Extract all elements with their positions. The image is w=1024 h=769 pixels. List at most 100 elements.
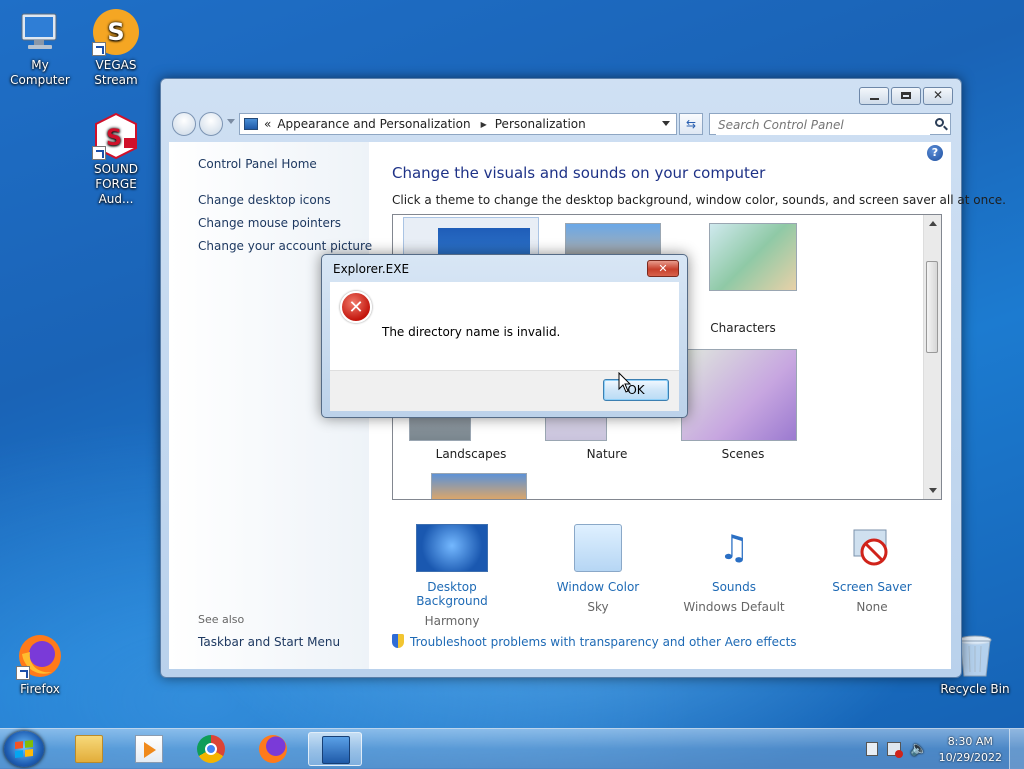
volume-icon[interactable]: 🔈: [910, 741, 927, 757]
taskbar: 🔈 8:30 AM 10/29/2022: [0, 728, 1024, 769]
chrome-icon: [197, 735, 225, 763]
show-desktop-button[interactable]: [1009, 729, 1024, 769]
close-button[interactable]: [923, 87, 953, 105]
theme-list-scrollbar[interactable]: [923, 215, 941, 499]
window-color-value: Sky: [587, 600, 609, 614]
scroll-up-icon[interactable]: [929, 221, 937, 226]
shield-icon: [392, 634, 404, 648]
mouse-cursor-icon: [618, 372, 632, 393]
window-color-icon: [574, 524, 622, 572]
window-controls: [859, 87, 953, 105]
breadcrumb-appearance[interactable]: Appearance and Personalization: [277, 117, 470, 131]
scrollbar-thumb[interactable]: [926, 261, 938, 353]
vegas-stream-icon: S: [92, 8, 140, 56]
refresh-button[interactable]: ⇆: [679, 113, 703, 135]
sounds-icon: ♫: [718, 528, 750, 568]
breadcrumb-separator-icon[interactable]: ▶: [481, 120, 487, 129]
desktop-icon-vegas-stream[interactable]: S VEGAS Stream: [76, 8, 156, 88]
taskbar-firefox[interactable]: [246, 732, 300, 766]
windows-logo-icon: [15, 740, 33, 758]
address-dropdown-icon[interactable]: [662, 121, 670, 126]
theme-label-nature[interactable]: Nature: [542, 447, 672, 461]
taskbar-start-menu-link[interactable]: Taskbar and Start Menu: [198, 635, 340, 649]
control-panel-home-link[interactable]: Control Panel Home: [198, 157, 317, 171]
scroll-down-icon[interactable]: [929, 488, 937, 493]
dialog-body: ✕ The directory name is invalid.: [330, 282, 679, 370]
firefox-icon: [16, 632, 64, 680]
see-also-heading: See also: [198, 613, 245, 626]
desktop-icon-my-computer[interactable]: My Computer: [0, 8, 80, 88]
svg-text:S: S: [107, 18, 124, 46]
desktop-icon-label: SOUND FORGE Aud...: [93, 162, 139, 206]
ok-button[interactable]: OK: [603, 379, 669, 401]
sound-forge-icon: S: [92, 112, 140, 160]
clock[interactable]: 8:30 AM 10/29/2022: [939, 734, 1002, 766]
forward-button[interactable]: [199, 112, 223, 136]
troubleshoot-aero-link[interactable]: Troubleshoot problems with transparency …: [392, 634, 797, 649]
theme-label-scenes[interactable]: Scenes: [678, 447, 808, 461]
desktop-background-link[interactable]: Desktop Background: [392, 580, 512, 608]
taskbar-explorer[interactable]: [62, 732, 116, 766]
page-subtitle: Click a theme to change the desktop back…: [392, 193, 1006, 207]
page-title: Change the visuals and sounds on your co…: [392, 164, 766, 182]
taskbar-media-player[interactable]: [122, 732, 176, 766]
recent-pages-dropdown[interactable]: [227, 119, 235, 124]
sounds-setting[interactable]: ♫ Sounds Windows Default: [674, 520, 794, 614]
minimize-button[interactable]: [859, 87, 889, 105]
desktop-icon-firefox[interactable]: Firefox: [0, 632, 80, 697]
search-box[interactable]: [709, 113, 951, 135]
desktop-icon-label: VEGAS Stream: [94, 58, 138, 87]
address-bar[interactable]: « Appearance and Personalization ▶ Perso…: [239, 113, 677, 135]
theme-thumbnail[interactable]: [431, 473, 527, 499]
screen-saver-value: None: [856, 600, 888, 614]
computer-icon: [16, 8, 64, 56]
sounds-value: Windows Default: [683, 600, 785, 614]
system-tray: 🔈 8:30 AM 10/29/2022: [854, 729, 1024, 769]
dialog-message: The directory name is invalid.: [382, 325, 561, 339]
change-mouse-pointers-link[interactable]: Change mouse pointers: [198, 216, 341, 230]
shortcut-arrow-icon: [92, 146, 106, 160]
desktop-icon-sound-forge[interactable]: S SOUND FORGE Aud...: [76, 112, 156, 207]
media-player-icon: [135, 735, 163, 763]
clock-date: 10/29/2022: [938, 751, 1002, 764]
change-desktop-icons-link[interactable]: Change desktop icons: [198, 193, 331, 207]
sounds-link[interactable]: Sounds: [674, 580, 794, 594]
theme-label-characters[interactable]: Characters: [678, 321, 808, 335]
shortcut-arrow-icon: [92, 42, 106, 56]
screen-saver-icon: [850, 526, 894, 570]
taskbar-control-panel[interactable]: [308, 732, 362, 766]
window-color-link[interactable]: Window Color: [538, 580, 658, 594]
desktop-background-icon: [416, 524, 488, 572]
breadcrumb-personalization[interactable]: Personalization: [495, 117, 586, 131]
dialog-close-button[interactable]: ✕: [647, 260, 679, 277]
start-button[interactable]: [4, 731, 44, 767]
desktop-background-setting[interactable]: Desktop Background Harmony: [392, 520, 512, 628]
taskbar-chrome[interactable]: [184, 732, 238, 766]
maximize-button[interactable]: [891, 87, 921, 105]
network-icon[interactable]: [887, 742, 903, 758]
firefox-icon: [259, 735, 287, 763]
clock-time: 8:30 AM: [947, 735, 993, 748]
action-center-icon[interactable]: [866, 742, 878, 756]
screen-saver-link[interactable]: Screen Saver: [812, 580, 932, 594]
theme-thumbnail-characters[interactable]: [709, 223, 797, 291]
troubleshoot-label: Troubleshoot problems with transparency …: [410, 635, 797, 649]
folder-icon: [75, 735, 103, 763]
shortcut-arrow-icon: [16, 666, 30, 680]
help-icon[interactable]: ?: [927, 145, 943, 161]
address-overflow[interactable]: «: [264, 117, 271, 131]
theme-label-landscapes[interactable]: Landscapes: [406, 447, 536, 461]
search-input[interactable]: [716, 115, 930, 135]
window-color-setting[interactable]: Window Color Sky: [538, 520, 658, 614]
control-panel-icon: [322, 736, 350, 764]
screen-saver-setting[interactable]: Screen Saver None: [812, 520, 932, 614]
desktop-icon-label: My Computer: [10, 58, 70, 87]
back-button[interactable]: [172, 112, 196, 136]
change-account-picture-link[interactable]: Change your account picture: [198, 239, 372, 253]
error-icon: ✕: [340, 291, 372, 323]
desktop-background-value: Harmony: [424, 614, 480, 628]
dialog-title: Explorer.EXE: [333, 262, 410, 276]
desktop-icon-label: Firefox: [20, 682, 60, 696]
search-icon[interactable]: [935, 118, 944, 127]
theme-thumbnail-scenes[interactable]: [681, 349, 797, 441]
